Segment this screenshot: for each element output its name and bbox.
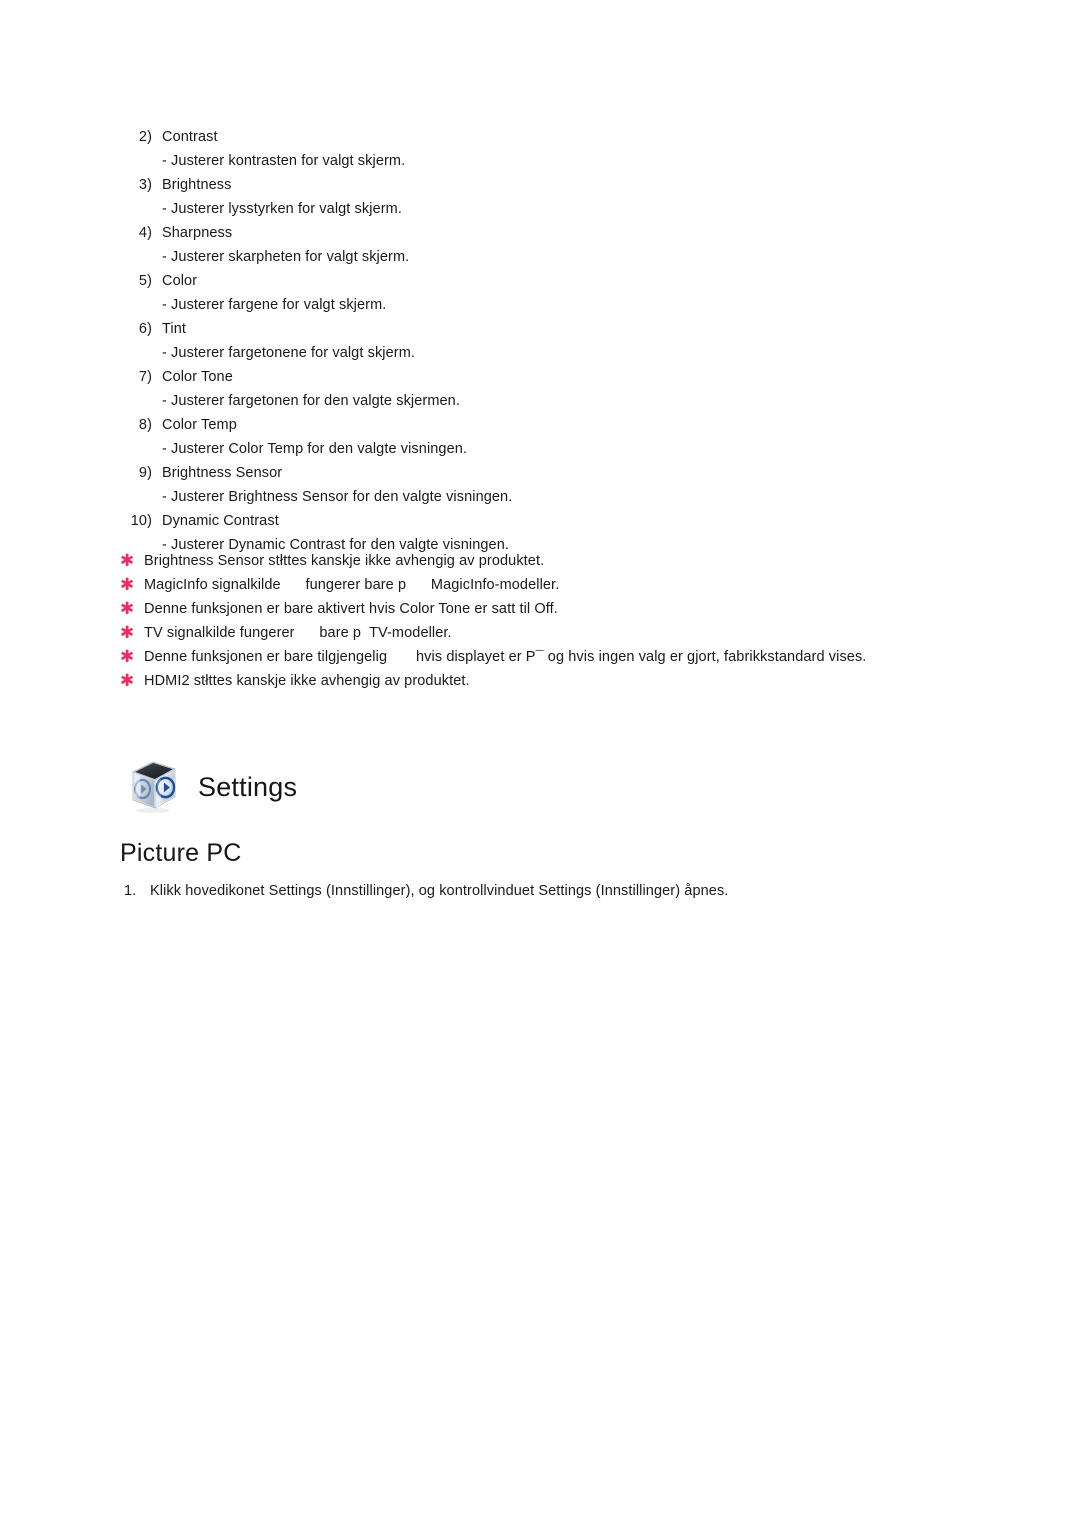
list-item-heading: 3) Brightness: [120, 173, 960, 197]
settings-cube-icon: [120, 758, 182, 816]
list-item: 4) Sharpness - Justerer skarpheten for v…: [120, 221, 960, 269]
step-marker: 1.: [124, 883, 137, 899]
list-item: 5) Color - Justerer fargene for valgt sk…: [120, 269, 960, 317]
list-item-label: Brightness Sensor: [162, 465, 283, 481]
list-item-heading: 8) Color Temp: [120, 413, 960, 437]
asterisk-icon: ✱: [120, 647, 135, 667]
list-item-description: - Justerer Color Temp for den valgte vis…: [162, 441, 468, 457]
list-item-heading: 4) Sharpness: [120, 221, 960, 245]
settings-heading-block: Settings: [120, 757, 297, 817]
asterisk-icon: ✱: [120, 671, 135, 691]
list-item-heading: 9) Brightness Sensor: [120, 461, 960, 485]
list-item-description: - Justerer fargetonene for valgt skjerm.: [162, 345, 416, 361]
footnote-item: ✱ Denne funksjonen er bare aktivert hvis…: [120, 597, 970, 621]
footnote-text: HDMI2 stłttes kanskje ikke avhengig av p…: [144, 673, 470, 689]
list-item-heading: 7) Color Tone: [120, 365, 960, 389]
list-item-description: - Justerer fargetonen for den valgte skj…: [162, 393, 460, 409]
footnote-list: ✱ Brightness Sensor stłttes kanskje ikke…: [120, 549, 970, 693]
list-item: 6) Tint - Justerer fargetonene for valgt…: [120, 317, 960, 365]
list-item: 3) Brightness - Justerer lysstyrken for …: [120, 173, 960, 221]
list-item-label: Brightness: [162, 177, 232, 193]
list-item-label: Color: [162, 273, 198, 289]
feature-numbered-list: 2) Contrast - Justerer kontrasten for va…: [120, 125, 960, 557]
footnote-text: Denne funksjonen er bare aktivert hvis C…: [144, 601, 558, 617]
list-item-label: Tint: [162, 321, 187, 337]
list-item-description: - Justerer skarpheten for valgt skjerm.: [162, 249, 410, 265]
list-item-description: - Justerer lysstyrken for valgt skjerm.: [162, 201, 402, 217]
asterisk-icon: ✱: [120, 599, 135, 619]
list-item: 2) Contrast - Justerer kontrasten for va…: [120, 125, 960, 173]
asterisk-icon: ✱: [120, 551, 135, 571]
step-text: Klikk hovedikonet Settings (Innstillinge…: [150, 883, 729, 899]
list-item-marker: 7): [138, 369, 152, 385]
list-item-label: Dynamic Contrast: [162, 513, 279, 529]
list-item-description: - Justerer Brightness Sensor for den val…: [162, 489, 513, 505]
asterisk-icon: ✱: [120, 575, 135, 595]
list-item-heading: 6) Tint: [120, 317, 960, 341]
list-item: 7) Color Tone - Justerer fargetonen for …: [120, 365, 960, 413]
list-item-marker: 6): [138, 321, 152, 337]
footnote-item: ✱ MagicInfo signalkilde fungerer bare p …: [120, 573, 970, 597]
list-item: 8) Color Temp - Justerer Color Temp for …: [120, 413, 960, 461]
footnote-text: Brightness Sensor stłttes kanskje ikke a…: [144, 553, 545, 569]
list-item-marker: 3): [138, 177, 152, 193]
list-item-description: - Justerer fargene for valgt skjerm.: [162, 297, 387, 313]
list-item-heading: 10) Dynamic Contrast: [120, 509, 960, 533]
footnote-item: ✱ Denne funksjonen er bare tilgjengelig …: [120, 645, 970, 669]
list-item-marker: 9): [138, 465, 152, 481]
list-item: 9) Brightness Sensor - Justerer Brightne…: [120, 461, 960, 509]
asterisk-icon: ✱: [120, 623, 135, 643]
footnote-item: ✱ TV signalkilde fungerer bare p TV-mode…: [120, 621, 970, 645]
footnote-text: Denne funksjonen er bare tilgjengelig hv…: [144, 649, 867, 665]
list-item-marker: 4): [138, 225, 152, 241]
list-item-label: Contrast: [162, 129, 218, 145]
footnote-text: MagicInfo signalkilde fungerer bare p Ma…: [144, 577, 560, 593]
list-item-marker: 8): [138, 417, 152, 433]
list-item-label: Color Temp: [162, 417, 237, 433]
footnote-item: ✱ Brightness Sensor stłttes kanskje ikke…: [120, 549, 970, 573]
list-item-label: Sharpness: [162, 225, 233, 241]
step-item: 1. Klikk hovedikonet Settings (Innstilli…: [124, 879, 984, 903]
footnote-text: TV signalkilde fungerer bare p TV-modell…: [144, 625, 452, 641]
page-title: Picture PC: [120, 839, 242, 867]
footnote-item: ✱ HDMI2 stłttes kanskje ikke avhengig av…: [120, 669, 970, 693]
list-item-marker: 2): [138, 129, 152, 145]
step-list: 1. Klikk hovedikonet Settings (Innstilli…: [124, 879, 984, 903]
list-item-description: - Justerer kontrasten for valgt skjerm.: [162, 153, 406, 169]
list-item-label: Color Tone: [162, 369, 233, 385]
list-item-marker: 10): [130, 513, 152, 529]
settings-title: Settings: [198, 772, 298, 802]
document-page: 2) Contrast - Justerer kontrasten for va…: [0, 0, 1080, 1527]
list-item-heading: 5) Color: [120, 269, 960, 293]
list-item-heading: 2) Contrast: [120, 125, 960, 149]
list-item-marker: 5): [138, 273, 152, 289]
